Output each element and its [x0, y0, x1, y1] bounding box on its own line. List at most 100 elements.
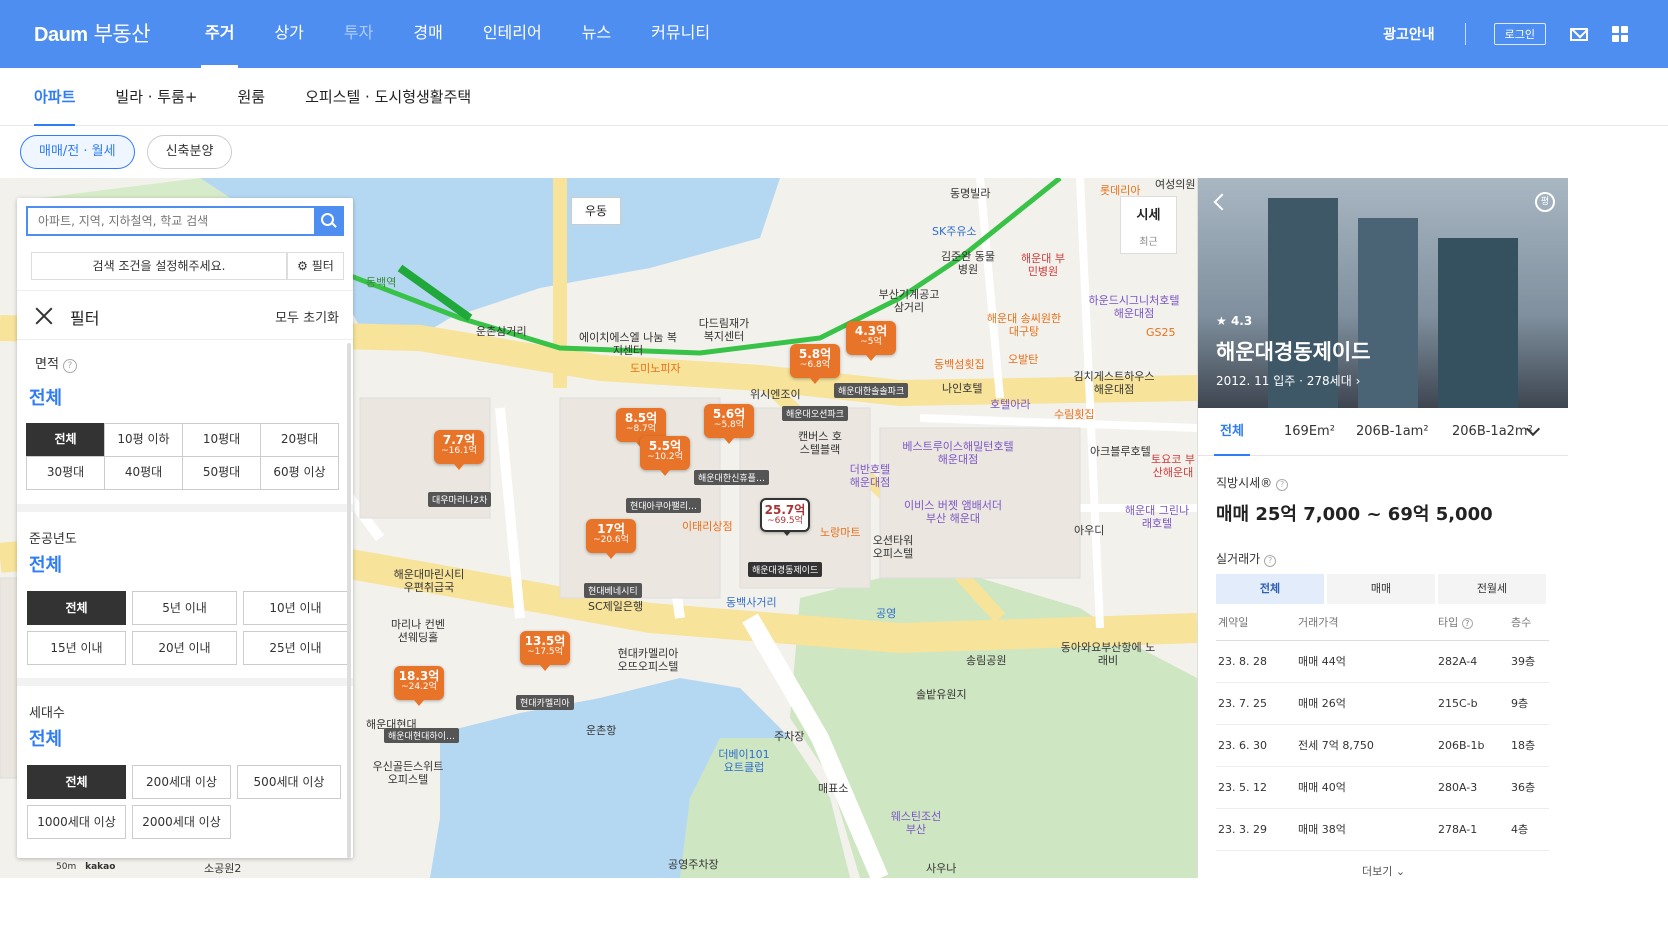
filter-button[interactable]: ⚙ 필터 — [287, 252, 344, 280]
tx-type: 206B-1b — [1438, 739, 1485, 752]
mail-icon[interactable] — [1570, 27, 1588, 41]
nav-residential[interactable]: 주거 — [200, 0, 239, 68]
map-label-wishenjoy: 위시엔조이 — [750, 388, 801, 401]
deal-tab-rent[interactable]: 전월세 — [1438, 574, 1546, 604]
pill-sale-rent[interactable]: 매매/전 · 월세 — [20, 135, 135, 169]
map-label-obaltan: 오발탄 — [1008, 353, 1039, 366]
search-input[interactable] — [28, 208, 314, 234]
price-bubble[interactable]: 18.3억 ~24.2억 — [394, 666, 444, 706]
price-bubble[interactable]: 7.7억 ~16.1억 — [434, 430, 484, 470]
header-divider — [1464, 23, 1466, 45]
households-option-all[interactable]: 전체 — [27, 765, 126, 799]
tx-floor: 39층 — [1511, 655, 1536, 668]
type-tab-all[interactable]: 전체 — [1214, 408, 1250, 456]
nav-auction[interactable]: 경매 — [413, 0, 442, 68]
type-tab-206b-1a2[interactable]: 206B-1a2m² — [1452, 408, 1533, 456]
review-badge-icon[interactable]: 평 — [1535, 192, 1555, 212]
more-button[interactable]: 더보기 ⌄ — [1198, 863, 1568, 878]
daum-realty-logo[interactable]: Daum 부동산 — [34, 18, 151, 48]
nav-investment[interactable]: 투자 — [344, 0, 373, 68]
area-option-under10[interactable]: 10평 이하 — [104, 423, 183, 457]
nav-commercial[interactable]: 상가 — [274, 0, 303, 68]
nav-news[interactable]: 뉴스 — [582, 0, 611, 68]
search-icon[interactable] — [314, 208, 342, 234]
households-option-2000[interactable]: 2000세대 이상 — [132, 805, 231, 839]
area-option-60plus[interactable]: 60평 이상 — [260, 456, 339, 490]
subnav-villa[interactable]: 빌라 · 투룸+ — [115, 68, 197, 126]
area-option-40s[interactable]: 40평대 — [104, 456, 183, 490]
built-year-selected-value: 전체 — [29, 555, 63, 576]
transaction-row[interactable]: 23. 5. 12 매매 40억 280A-3 36층 — [1216, 767, 1549, 809]
map-label-clinic: 여성의원 — [1155, 178, 1196, 191]
price-bubble[interactable]: 5.5억 ~10.2억 — [640, 436, 690, 476]
deal-tab-sale[interactable]: 매매 — [1327, 574, 1435, 604]
map-label-public: 공영 — [876, 607, 897, 620]
price-bubble[interactable]: 5.8억 ~6.8억 — [790, 344, 840, 384]
area-options: 전체 10평 이하 10평대 20평대 30평대 40평대 50평대 60평 이… — [26, 423, 339, 490]
deal-type-tabs: 전체 매매 전월세 — [1216, 574, 1549, 604]
price-bubble[interactable]: 17억 ~20.6억 — [586, 519, 636, 559]
area-option-30s[interactable]: 30평대 — [26, 456, 105, 490]
subnav-officetel[interactable]: 오피스텔 · 도시형생활주택 — [305, 68, 471, 126]
region-name-box[interactable]: 우동 — [571, 197, 621, 225]
built-option-10y[interactable]: 10년 이내 — [243, 591, 348, 625]
apartment-photo: 평 ★ 4.3 해운대경동제이드 2012. 11 입주 · 278세대 › — [1198, 178, 1568, 408]
search-condition-text[interactable]: 검색 조건을 설정해주세요. — [31, 252, 287, 280]
panel-scrollbar[interactable] — [347, 343, 351, 858]
price-toggle[interactable]: 시세 최근 — [1120, 196, 1177, 254]
map-label-dongbaek-station[interactable]: 동백역 — [366, 276, 396, 289]
price-bubble[interactable]: 4.3억 ~5억 — [846, 321, 896, 361]
filter-header: 필터 모두 초기화 — [17, 290, 353, 340]
zigbang-price-range: 매매 25억 7,000 ~ 69억 5,000 — [1216, 504, 1493, 525]
building-photo-shape — [1438, 238, 1518, 408]
households-option-200[interactable]: 200세대 이상 — [132, 765, 231, 799]
col-type: 타입 ? — [1438, 613, 1473, 633]
help-icon[interactable]: ? — [62, 359, 77, 373]
households-option-500[interactable]: 500세대 이상 — [237, 765, 341, 799]
tx-floor: 4층 — [1511, 823, 1529, 836]
pill-new-presale[interactable]: 신축분양 — [146, 135, 233, 169]
ad-info-link[interactable]: 광고안내 — [1383, 24, 1435, 44]
marker-name-tag: 현대아쿠아팰리… — [626, 498, 701, 513]
type-tab-169e[interactable]: 169Em² — [1284, 408, 1335, 456]
area-selected-value: 전체 — [29, 388, 63, 409]
transaction-row[interactable]: 23. 8. 28 매매 44억 282A-4 39층 — [1216, 641, 1549, 683]
reset-all-button[interactable]: 모두 초기화 — [275, 307, 339, 326]
built-option-20y[interactable]: 20년 이내 — [132, 631, 237, 665]
app-grid-icon[interactable] — [1612, 26, 1628, 42]
price-bubble[interactable]: 13.5억 ~17.5억 — [520, 631, 570, 671]
transaction-row[interactable]: 23. 6. 30 전세 7억 8,750 206B-1b 18층 — [1216, 725, 1549, 767]
transaction-row[interactable]: 23. 3. 29 매매 38억 278A-1 4층 — [1216, 809, 1549, 851]
marker-range: ~6.8억 — [799, 360, 831, 371]
area-option-10s[interactable]: 10평대 — [182, 423, 261, 457]
help-icon[interactable]: ? — [1276, 479, 1289, 491]
nav-community[interactable]: 커뮤니티 — [651, 0, 710, 68]
transaction-row[interactable]: 23. 7. 25 매매 26억 215C-b 9층 — [1216, 683, 1549, 725]
area-option-all[interactable]: 전체 — [26, 423, 105, 457]
built-option-15y[interactable]: 15년 이내 — [27, 631, 126, 665]
type-tab-206b-1a[interactable]: 206B-1am² — [1356, 408, 1429, 456]
nav-interior[interactable]: 인테리어 — [483, 0, 542, 68]
area-option-20s[interactable]: 20평대 — [260, 423, 339, 457]
map-label-greennarae-hotel: 해운대 그린나래호텔 — [1124, 504, 1190, 530]
help-icon[interactable]: ? — [1461, 618, 1473, 629]
tx-date: 23. 7. 25 — [1218, 697, 1267, 710]
map-label-dadream-welfare: 다드림재가 복지센터 — [698, 317, 750, 343]
price-bubble[interactable]: 5.6억 ~5.8억 — [704, 404, 754, 444]
help-icon[interactable]: ? — [1264, 555, 1277, 567]
price-bubble-selected[interactable]: 25.7억 ~69.5억 — [760, 498, 810, 536]
area-option-50s[interactable]: 50평대 — [182, 456, 261, 490]
households-option-1000[interactable]: 1000세대 이상 — [27, 805, 126, 839]
tx-date: 23. 8. 28 — [1218, 655, 1267, 668]
built-option-25y[interactable]: 25년 이내 — [243, 631, 348, 665]
subnav-oneroom[interactable]: 원룸 — [237, 68, 265, 126]
close-icon[interactable] — [35, 307, 53, 325]
built-option-all[interactable]: 전체 — [27, 591, 126, 625]
deal-type-pills: 매매/전 · 월세 신축분양 — [0, 126, 1668, 178]
deal-tab-all[interactable]: 전체 — [1216, 574, 1324, 604]
back-chevron-icon[interactable] — [1213, 193, 1231, 211]
subnav-apartment[interactable]: 아파트 — [34, 68, 76, 126]
apartment-move-in-info[interactable]: 2012. 11 입주 · 278세대 › — [1216, 372, 1360, 389]
login-button[interactable]: 로그인 — [1493, 23, 1546, 45]
built-option-5y[interactable]: 5년 이내 — [132, 591, 237, 625]
